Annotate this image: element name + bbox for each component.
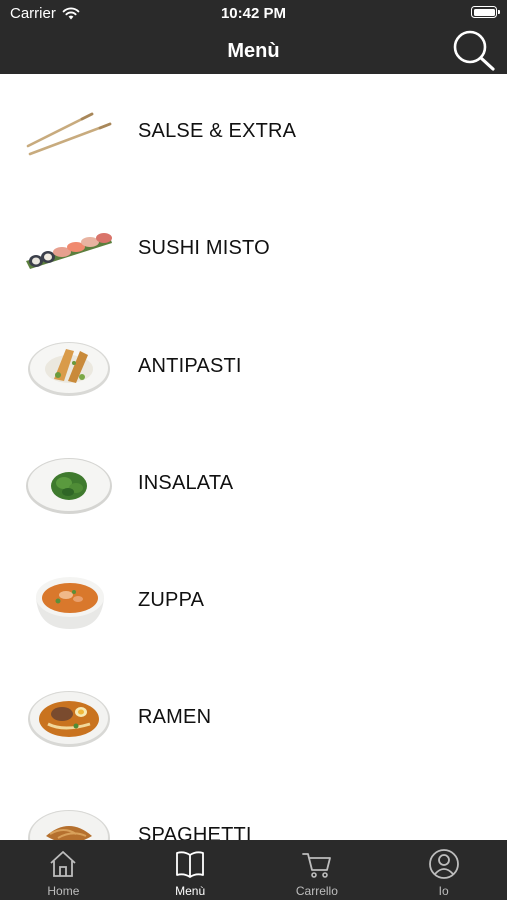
noodle-plate-image — [24, 806, 114, 840]
menu-item-spaghetti[interactable]: SPAGHETTI — [0, 778, 507, 840]
chopsticks-image — [24, 102, 114, 162]
menu-item-label: ANTIPASTI — [138, 354, 242, 377]
menu-item-label: INSALATA — [138, 471, 234, 494]
menu-item-label: SALSE & EXTRA — [138, 120, 297, 142]
cart-icon — [301, 848, 333, 880]
menu-item-label: RAMEN — [138, 706, 212, 729]
tab-menu[interactable]: Menù — [127, 840, 254, 900]
menu-item-sushi-misto[interactable]: SUSHI MISTO — [0, 191, 507, 308]
page-title: Menù — [227, 40, 280, 62]
menu-item-antipasti[interactable]: ANTIPASTI — [0, 309, 507, 426]
seaweed-salad-bowl-image — [24, 454, 114, 514]
ramen-bowl-image — [24, 688, 114, 748]
tab-carrello-label: Carrello — [295, 884, 338, 898]
tab-bar: Home Menù Carrello Io — [0, 840, 507, 900]
search-button[interactable] — [451, 28, 497, 72]
tab-carrello[interactable]: Carrello — [254, 840, 381, 900]
user-icon — [428, 848, 460, 880]
home-icon — [47, 848, 79, 880]
soup-bowl-image — [24, 571, 114, 631]
status-bar: Carrier 10:42 PM — [0, 0, 507, 28]
menu-item-ramen[interactable]: RAMEN — [0, 660, 507, 777]
tab-home[interactable]: Home — [0, 840, 127, 900]
tab-io-label: Io — [438, 884, 449, 898]
search-icon — [453, 30, 495, 71]
menu-item-insalata[interactable]: INSALATA — [0, 426, 507, 543]
menu-list[interactable]: SALSE & EXTRA SUSHI MISTO ANTIPASTI INSA… — [0, 74, 507, 840]
top-bar: Carrier 10:42 PM Menù — [0, 0, 507, 74]
menu-item-label: SUSHI MISTO — [138, 237, 270, 260]
tab-menu-label: Menù — [175, 884, 206, 898]
tempura-plate-image — [24, 337, 114, 397]
menu-item-label: ZUPPA — [138, 589, 205, 612]
battery-icon — [471, 6, 500, 18]
tab-home-label: Home — [47, 884, 80, 898]
menu-item-salse-extra[interactable]: SALSE & EXTRA — [0, 74, 507, 191]
sushi-platter-image — [24, 219, 114, 279]
status-time: 10:42 PM — [220, 5, 287, 22]
book-icon — [174, 848, 206, 880]
menu-item-zuppa[interactable]: ZUPPA — [0, 543, 507, 660]
menu-item-label: SPAGHETTI — [138, 823, 252, 840]
tab-io[interactable]: Io — [380, 840, 507, 900]
